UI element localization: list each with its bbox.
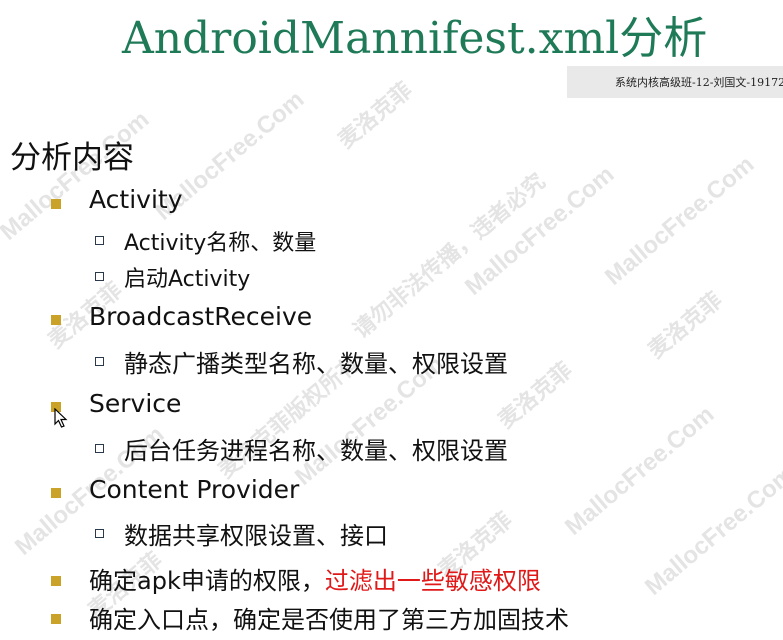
slide-title: AndroidMannifest.xml分析 — [122, 13, 708, 64]
watermark-name: 麦洛克菲 — [333, 77, 418, 154]
bullet-icon — [51, 488, 61, 498]
sub-bullet-icon — [95, 444, 104, 453]
sub-item-provider-detail: 数据共享权限设置、接口 — [124, 522, 388, 550]
watermark-notice: 请勿非法传播，违者必究 — [348, 168, 551, 344]
item-entry-point: 确定入口点，确定是否使用了第三方加固技术 — [89, 606, 569, 634]
sub-item-service-detail: 后台任务进程名称、数量、权限设置 — [124, 437, 508, 465]
sub-item-broadcast-detail: 静态广播类型名称、数量、权限设置 — [124, 350, 508, 378]
sub-bullet-icon — [95, 236, 104, 245]
watermark-brand: MallocFree.Com — [460, 160, 620, 301]
section-heading: 分析内容 — [10, 140, 134, 176]
permissions-text: 确定apk申请的权限， — [89, 567, 325, 595]
course-banner: 系统内核高级班-12-刘国文-191724 — [567, 66, 783, 98]
sub-bullet-icon — [95, 529, 104, 538]
watermark-brand: MallocFree.Com — [600, 150, 760, 291]
item-activity: Activity — [89, 185, 183, 214]
mouse-cursor-icon — [54, 408, 68, 428]
item-content-provider: Content Provider — [89, 475, 300, 504]
sub-bullet-icon — [95, 272, 104, 281]
permissions-highlight: 过滤出一些敏感权限 — [324, 567, 541, 595]
bullet-icon — [51, 576, 61, 586]
watermark-brand: MallocFree.Com — [560, 400, 720, 541]
sub-bullet-icon — [95, 357, 104, 366]
item-permissions: 确定apk申请的权限，过滤出一些敏感权限 — [89, 561, 541, 596]
item-service: Service — [89, 389, 182, 418]
sub-item-activity-names: Activity名称、数量 — [124, 231, 317, 256]
bullet-icon — [51, 614, 61, 624]
bullet-icon — [51, 315, 61, 325]
watermark-name: 麦洛克菲 — [643, 287, 728, 364]
watermark-brand: MallocFree.Com — [640, 460, 783, 601]
sub-item-launch-activity: 启动Activity — [124, 267, 251, 292]
item-broadcast-receive: BroadcastReceive — [89, 302, 313, 331]
course-banner-text: 系统内核高级班-12-刘国文-191724 — [615, 76, 783, 89]
bullet-icon — [51, 199, 61, 209]
